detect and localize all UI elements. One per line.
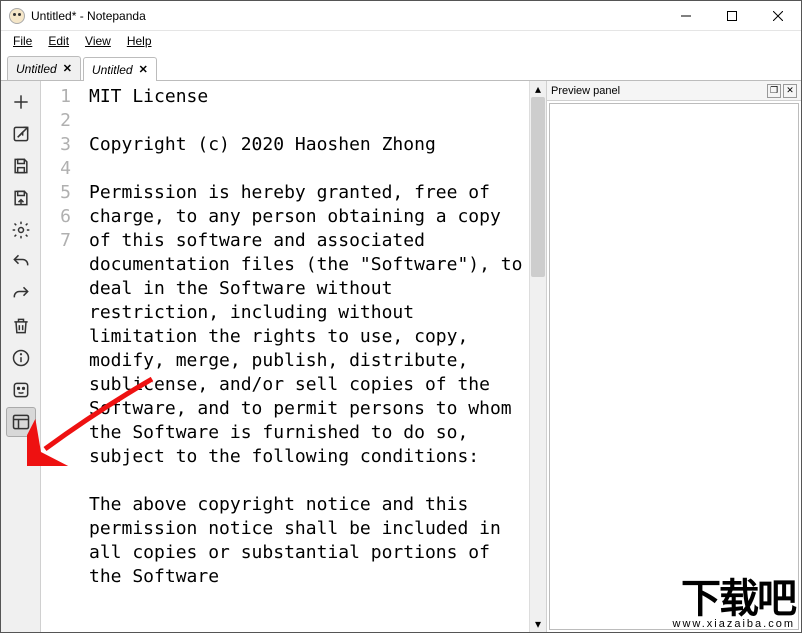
line-number: 1 [41,85,71,109]
main-area: 1234567 MIT License Copyright (c) 2020 H… [1,81,801,632]
watermark: 下载吧 www.xiazaiba.com [673,579,795,630]
line-number: 3 [41,133,71,157]
line-number: 4 [41,157,71,181]
maximize-button[interactable] [709,1,755,31]
new-button[interactable] [6,87,36,117]
window-title: Untitled* - Notepanda [31,9,663,23]
preview-button[interactable] [6,407,36,437]
preview-header: Preview panel ❐ ✕ [547,81,801,101]
menubar: File Edit View Help [1,31,801,51]
menu-file[interactable]: File [7,32,38,50]
scroll-down-icon[interactable]: ▾ [530,616,546,632]
editor-wrap: 1234567 MIT License Copyright (c) 2020 H… [41,81,801,632]
preview-title: Preview panel [551,85,620,97]
tab-label: Untitled [92,63,133,77]
app-icon [9,8,25,24]
settings-button[interactable] [6,215,36,245]
code-line[interactable] [89,469,525,493]
preview-body [549,103,799,630]
menu-edit[interactable]: Edit [42,32,75,50]
line-number: 5 [41,181,71,205]
watermark-url: www.xiazaiba.com [673,619,795,630]
line-gutter: 1234567 [41,81,83,632]
vertical-scrollbar[interactable]: ▴ ▾ [529,81,546,632]
line-number: 6 [41,205,71,229]
minimize-button[interactable] [663,1,709,31]
scroll-thumb[interactable] [531,97,545,277]
close-icon[interactable]: ✕ [63,62,72,75]
titlebar: Untitled* - Notepanda [1,1,801,31]
toolbar [1,81,41,632]
info-button[interactable] [6,343,36,373]
close-icon[interactable]: ✕ [139,63,148,76]
code-line[interactable] [89,109,525,133]
code-area[interactable]: MIT License Copyright (c) 2020 Haoshen Z… [83,81,529,632]
tab-untitled-2[interactable]: Untitled ✕ [83,57,157,81]
redo-button[interactable] [6,279,36,309]
scroll-up-icon[interactable]: ▴ [530,81,546,97]
menu-view[interactable]: View [79,32,117,50]
code-line[interactable]: Permission is hereby granted, free of ch… [89,181,525,469]
line-number: 2 [41,109,71,133]
code-line[interactable]: MIT License [89,85,525,109]
save-as-button[interactable] [6,183,36,213]
line-number: 7 [41,229,71,253]
tab-untitled-1[interactable]: Untitled ✕ [7,56,81,80]
sticker-button[interactable] [6,375,36,405]
open-button[interactable] [6,119,36,149]
code-line[interactable] [89,157,525,181]
watermark-text: 下载吧 [673,579,795,619]
detach-icon[interactable]: ❐ [767,84,781,98]
code-line[interactable]: The above copyright notice and this perm… [89,493,525,589]
tabbar: Untitled ✕ Untitled ✕ [1,55,801,81]
preview-panel: Preview panel ❐ ✕ [546,81,801,632]
menu-help[interactable]: Help [121,32,158,50]
code-line[interactable]: Copyright (c) 2020 Haoshen Zhong [89,133,525,157]
editor[interactable]: 1234567 MIT License Copyright (c) 2020 H… [41,81,529,632]
delete-button[interactable] [6,311,36,341]
tab-label: Untitled [16,62,57,76]
save-button[interactable] [6,151,36,181]
close-icon[interactable]: ✕ [783,84,797,98]
close-button[interactable] [755,1,801,31]
undo-button[interactable] [6,247,36,277]
